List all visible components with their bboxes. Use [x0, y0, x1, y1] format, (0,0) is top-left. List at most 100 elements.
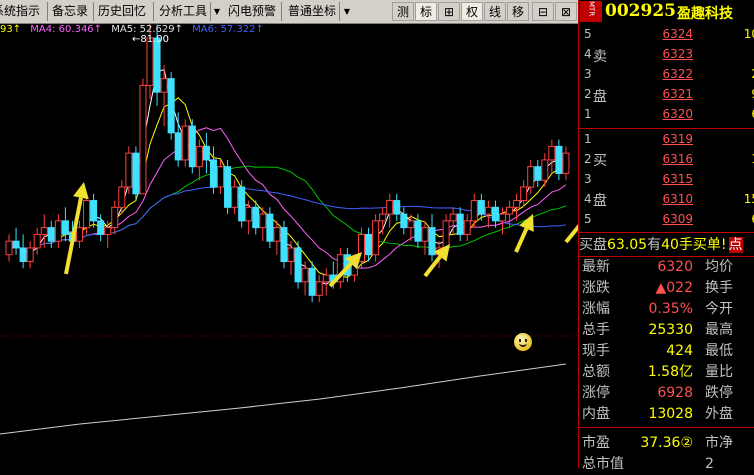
history-button[interactable]: 历史回忆: [94, 2, 154, 21]
banner-qty: 40: [661, 237, 679, 253]
sell-price[interactable]: 6320: [639, 104, 693, 124]
candle-body: [181, 125, 189, 161]
candle-body: [294, 247, 302, 283]
candle-body: [477, 200, 485, 215]
buy-level-number: 2: [584, 152, 592, 166]
buy-price[interactable]: 6319: [639, 129, 693, 149]
stat-row: 涨跌 ▲022 换手: [579, 277, 754, 299]
candle-body: [287, 247, 295, 262]
buy-level-number: 4: [584, 192, 592, 206]
move-tool-button[interactable]: 移: [507, 2, 529, 21]
buy-price[interactable]: 6316: [639, 149, 693, 169]
buy-level-row[interactable]: 5 6309 6: [579, 209, 754, 229]
rights-tool-button[interactable]: 权: [461, 2, 483, 21]
sell-level-row[interactable]: 5 6324 10: [579, 24, 754, 44]
candle-body: [54, 220, 62, 242]
sell-level-row[interactable]: 1 6320 6: [579, 104, 754, 124]
memo-button[interactable]: 备忘录: [48, 2, 94, 21]
sell-price[interactable]: 6321: [639, 84, 693, 104]
line-tool-button[interactable]: 线: [484, 2, 506, 21]
buy-level-row[interactable]: 4 6310 15: [579, 189, 754, 209]
stat-value: ▲022: [655, 280, 694, 296]
ma-legend-item: MA6: 57.322↑: [192, 24, 264, 35]
buy-price[interactable]: 6315: [639, 169, 693, 189]
alert-button[interactable]: 闪电预警: [224, 2, 282, 21]
stat-label: 最新: [582, 259, 610, 275]
candle-body: [463, 220, 471, 235]
long-ma-line: [0, 363, 567, 435]
banner-prefix: 买盘: [579, 237, 607, 253]
candle-body: [555, 145, 563, 174]
candle-body: [188, 125, 196, 168]
buy-level-row[interactable]: 3 6315: [579, 169, 754, 189]
candle-body: [372, 220, 380, 256]
candle-body: [217, 166, 224, 188]
banner-tail[interactable]: 点: [728, 237, 743, 253]
analysis-tools-button[interactable]: 分析工具: [155, 2, 211, 21]
sell-level-number: 4: [584, 47, 592, 61]
mark-tool-button[interactable]: 标: [415, 2, 437, 21]
annotation-arrow-icon: [564, 224, 578, 244]
smiley-icon[interactable]: [514, 333, 532, 351]
banner-mid: 有: [647, 237, 662, 253]
sell-level-row[interactable]: 3 6322 2: [579, 64, 754, 84]
candle-body: [40, 227, 48, 235]
candle-body: [167, 78, 175, 134]
candle-body: [224, 166, 232, 208]
candle-body: [379, 213, 387, 222]
candle-body: [76, 227, 83, 242]
stat-right-label: 市净: [705, 435, 733, 451]
indicator-button[interactable]: 系统指示: [0, 2, 48, 21]
candle-body: [160, 78, 168, 93]
close-icon[interactable]: ⊠: [555, 2, 577, 21]
buy-price[interactable]: 6310: [639, 189, 693, 209]
candle-body: [315, 281, 323, 296]
sell-price[interactable]: 6324: [639, 24, 693, 44]
candle-body: [90, 200, 98, 222]
candle-body: [484, 206, 492, 215]
candle-body: [527, 166, 535, 188]
stat-label: 现手: [582, 343, 610, 359]
stat-row: 涨幅 0.35% 今开: [579, 298, 754, 320]
grid-tool-button[interactable]: ⊞: [438, 2, 460, 21]
candlestick-chart[interactable]: [0, 24, 578, 468]
candle-body: [308, 267, 316, 296]
stat-value: 37.36②: [640, 435, 693, 451]
stat-label: 涨幅: [582, 301, 610, 317]
quote-panel: 卖 盘 563241046323363222263219163206 买 盘 1…: [578, 24, 754, 472]
candle-body: [5, 240, 13, 256]
minimize-icon[interactable]: ⊟: [532, 2, 554, 21]
candle-body: [301, 267, 309, 283]
sell-price[interactable]: 6322: [639, 64, 693, 84]
candle-body: [449, 213, 457, 222]
buy-level-row[interactable]: 2 6316 1: [579, 149, 754, 169]
candle-body: [47, 227, 55, 242]
buy-level-row[interactable]: 1 6319: [579, 129, 754, 149]
high-price-label: ←81.00: [132, 34, 170, 45]
measure-tool-button[interactable]: 测: [392, 2, 414, 21]
candle-body: [491, 206, 499, 222]
candle-body: [365, 233, 373, 256]
sell-level-row[interactable]: 4 6323: [579, 44, 754, 64]
stat-label: 总额: [582, 364, 610, 380]
stat-row: 总额 1.58亿 量比: [579, 361, 754, 383]
buy-volume: 15: [743, 192, 754, 206]
candle-body: [61, 220, 69, 235]
candle-body: [393, 200, 401, 215]
coordinate-button[interactable]: 普通坐标: [284, 2, 340, 21]
sell-level-number: 1: [584, 107, 592, 121]
candle-body: [499, 213, 506, 222]
sell-level-row[interactable]: 2 6321 9: [579, 84, 754, 104]
candle-body: [548, 145, 556, 161]
candle-body: [470, 200, 478, 222]
candle-body: [33, 233, 41, 249]
sell-price[interactable]: 6323: [639, 44, 693, 64]
stat-right-label: 均价: [705, 259, 733, 275]
coordinate-dropdown-icon[interactable]: ▼: [342, 2, 352, 21]
candle-body: [26, 247, 34, 262]
candle-body: [513, 200, 521, 208]
analysis-dropdown-icon[interactable]: ▼: [212, 2, 222, 21]
buy-price[interactable]: 6309: [639, 209, 693, 229]
mtr-badge-icon[interactable]: MTR: [580, 1, 602, 22]
sell-volume: 9: [719, 84, 754, 104]
